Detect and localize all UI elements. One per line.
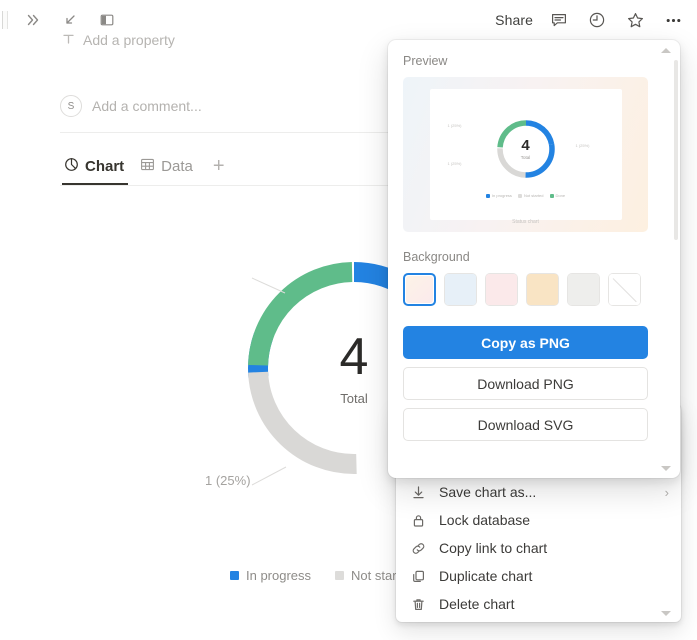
preview-card: 1 (25%) 1 (25%) 1 (25%) 4 Total In progr… <box>429 89 622 220</box>
copy-as-png-button[interactable]: Copy as PNG <box>403 326 648 359</box>
legend-swatch-icon <box>335 571 345 580</box>
app-root: Share Add a property S Add a comment... … <box>0 0 697 640</box>
preview-total-caption: Total <box>520 155 531 160</box>
preview-legend-label: Not started <box>523 193 544 198</box>
background-section-label: Background <box>403 250 470 264</box>
chart-legend: In progress Not start <box>230 568 400 583</box>
background-swatch-list <box>403 273 665 306</box>
top-bar-left-controls <box>0 8 119 32</box>
trash-icon <box>410 597 427 612</box>
menu-item-label: Delete chart <box>439 596 515 612</box>
popup-scroll-up-icon[interactable] <box>661 48 671 53</box>
add-property-label: Add a property <box>83 32 175 48</box>
preview-donut-center: 4 Total <box>494 117 558 181</box>
legend-item-not-started[interactable]: Not start <box>335 568 400 583</box>
preview-caption: Status chart <box>512 219 539 225</box>
donut-label-top: 1 (25%) <box>205 473 251 488</box>
menu-item-label: Lock database <box>439 512 531 528</box>
download-png-button[interactable]: Download PNG <box>403 367 648 400</box>
chevrons-right-icon[interactable] <box>21 8 45 32</box>
tab-chart-label: Chart <box>85 157 125 175</box>
download-icon <box>410 485 427 500</box>
menu-item-delete-chart[interactable]: Delete chart <box>396 590 681 618</box>
menu-item-label: Save chart as... <box>439 484 537 500</box>
background-swatch-light-pink[interactable] <box>485 273 518 306</box>
background-swatch-transparent[interactable] <box>608 273 641 306</box>
background-swatch-gradient-cream[interactable] <box>403 273 436 306</box>
link-icon <box>410 541 427 556</box>
donut-total-value: 4 <box>339 327 369 386</box>
chevron-right-icon: › <box>664 484 669 500</box>
preview-total-value: 4 <box>521 137 530 154</box>
menu-item-copy-link-to-chart[interactable]: Copy link to chart <box>396 534 681 562</box>
clock-history-icon[interactable] <box>585 8 609 32</box>
top-bar-right-controls: Share <box>495 0 685 40</box>
download-svg-button[interactable]: Download SVG <box>403 408 648 441</box>
menu-item-duplicate-chart[interactable]: Duplicate chart <box>396 562 681 590</box>
save-chart-popup: Preview 1 (25%) 1 (25%) 1 (25%) 4 Total … <box>388 40 680 478</box>
tab-data[interactable]: Data <box>136 153 201 184</box>
preview-tick-label: 1 (25%) <box>447 161 462 166</box>
view-tabs: Chart Data + <box>60 150 233 186</box>
menu-scroll-down-icon[interactable] <box>661 611 671 616</box>
preview-tick-label: 1 (25%) <box>447 123 462 128</box>
collapse-arrow-icon[interactable] <box>58 8 82 32</box>
popup-scroll-down-icon[interactable] <box>661 466 671 471</box>
preview-legend-item: Done <box>549 193 566 198</box>
preview-donut: 4 Total <box>494 117 558 181</box>
legend-label: In progress <box>246 568 312 583</box>
background-swatch-light-gray[interactable] <box>567 273 600 306</box>
preview-legend-swatch-icon <box>549 193 554 198</box>
legend-label: Not start <box>351 568 401 583</box>
pie-chart-icon <box>64 157 79 176</box>
popup-scrollbar[interactable] <box>674 60 678 240</box>
menu-item-label: Duplicate chart <box>439 568 533 584</box>
preview-legend-label: Done <box>555 193 566 198</box>
tab-data-label: Data <box>161 157 193 175</box>
copy-icon <box>410 569 427 584</box>
preview-tick-label: 1 (25%) <box>575 143 590 148</box>
star-icon[interactable] <box>623 8 647 32</box>
lock-icon <box>410 513 427 528</box>
background-swatch-light-orange[interactable] <box>526 273 559 306</box>
tab-chart[interactable]: Chart <box>60 153 132 185</box>
preview-section-label: Preview <box>403 54 448 68</box>
preview-legend-swatch-icon <box>485 193 490 198</box>
menu-item-save-chart-as[interactable]: Save chart as... › <box>396 478 681 506</box>
comment-input[interactable]: Add a comment... <box>92 98 202 114</box>
table-icon <box>140 157 155 176</box>
preview-legend: In progress Not started Done <box>485 193 566 198</box>
menu-item-lock-database[interactable]: Lock database <box>396 506 681 534</box>
add-tab-button[interactable]: + <box>205 156 233 180</box>
legend-swatch-icon <box>230 571 239 580</box>
plus-icon <box>62 32 75 48</box>
menu-item-label: Copy link to chart <box>439 540 548 556</box>
sidebar-edge-stub <box>2 11 8 29</box>
preview-thumbnail: 1 (25%) 1 (25%) 1 (25%) 4 Total In progr… <box>403 77 648 232</box>
preview-legend-item: In progress <box>485 193 512 198</box>
legend-item-in-progress[interactable]: In progress <box>230 568 311 583</box>
background-swatch-light-blue[interactable] <box>444 273 477 306</box>
preview-legend-label: In progress <box>491 193 512 198</box>
avatar: S <box>60 95 82 117</box>
add-property-button[interactable]: Add a property <box>62 32 175 48</box>
share-button[interactable]: Share <box>495 12 533 28</box>
donut-total-caption: Total <box>340 390 368 406</box>
preview-legend-swatch-icon <box>517 193 522 198</box>
more-horizontal-icon[interactable] <box>661 8 685 32</box>
preview-legend-item: Not started <box>517 193 544 198</box>
comment-icon[interactable] <box>547 8 571 32</box>
side-panel-icon[interactable] <box>95 8 119 32</box>
